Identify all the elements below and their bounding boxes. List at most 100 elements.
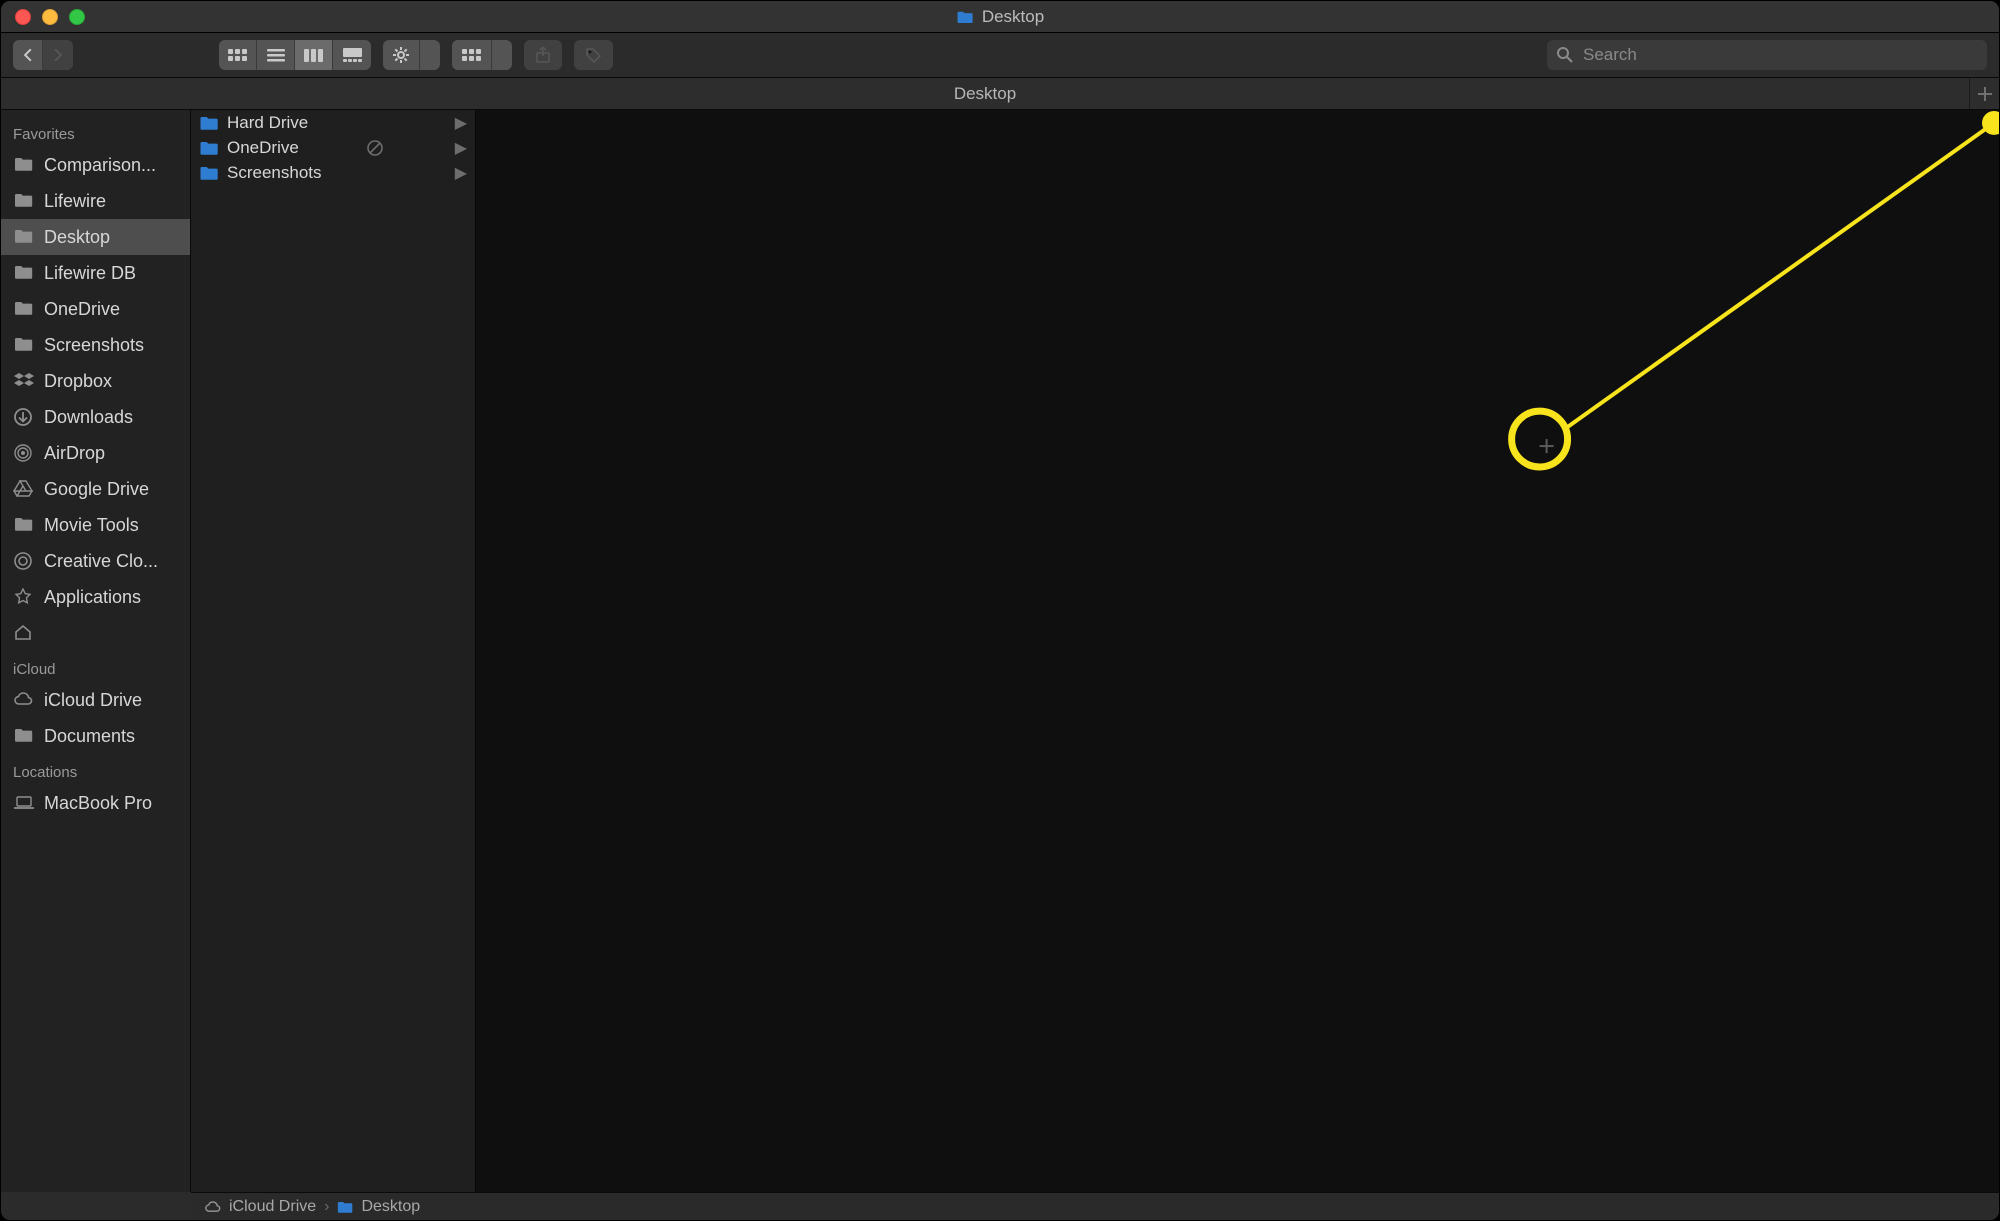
sidebar-item[interactable]: Lifewire <box>1 183 190 219</box>
folder-icon <box>199 140 219 156</box>
sidebar-item-label: Lifewire DB <box>44 263 178 284</box>
sidebar-item-label: OneDrive <box>44 299 178 320</box>
new-tab-button[interactable] <box>1969 78 1999 109</box>
path-segment[interactable]: Desktop <box>361 1198 420 1216</box>
icloud-icon <box>13 691 35 709</box>
back-button[interactable] <box>13 40 43 70</box>
sidebar-item-label: Applications <box>44 587 178 608</box>
sync-off-icon <box>367 140 383 156</box>
sidebar-item[interactable]: OneDrive <box>1 291 190 327</box>
tags-button[interactable] <box>574 40 613 70</box>
sidebar-item[interactable]: Comparison... <box>1 147 190 183</box>
folder-icon <box>199 115 219 131</box>
sidebar-item-label: Comparison... <box>44 155 178 176</box>
sidebar-item[interactable]: Dropbox <box>1 363 190 399</box>
sidebar: Favorites Comparison... Lifewire Desktop Lif… <box>1 110 191 1192</box>
annotation-overlay <box>476 110 1999 1192</box>
path-segment[interactable]: iCloud Drive <box>229 1198 316 1216</box>
sidebar-item[interactable]: Desktop <box>1 219 190 255</box>
minimize-button[interactable] <box>42 9 58 25</box>
sidebar-item[interactable]: Screenshots <box>1 327 190 363</box>
column-item-label: Hard Drive <box>227 113 308 133</box>
column-item[interactable]: Screenshots ▶ <box>191 160 475 185</box>
sidebar-item-label: Screenshots <box>44 335 178 356</box>
tab-desktop[interactable]: Desktop <box>1 78 1969 109</box>
view-switcher <box>219 40 371 70</box>
forward-button[interactable] <box>43 40 73 70</box>
sidebar-item-label: Lifewire <box>44 191 178 212</box>
traffic-lights <box>1 9 85 25</box>
maximize-button[interactable] <box>69 9 85 25</box>
close-button[interactable] <box>15 9 31 25</box>
content-area[interactable] <box>476 110 1999 1192</box>
view-list-button[interactable] <box>257 40 295 70</box>
titlebar: Desktop <box>1 1 1999 33</box>
sidebar-item-label: iCloud Drive <box>44 690 178 711</box>
chevron-right-icon: ▶ <box>455 138 467 158</box>
sidebar-item[interactable]: Google Drive <box>1 471 190 507</box>
sidebar-item[interactable]: Applications <box>1 579 190 615</box>
sidebar-item[interactable]: Movie Tools <box>1 507 190 543</box>
sidebar-item[interactable]: Creative Clo... <box>1 543 190 579</box>
sidebar-item-label: Creative Clo... <box>44 551 178 572</box>
column-item[interactable]: Hard Drive ▶ <box>191 110 475 135</box>
search-input[interactable] <box>1581 44 1977 66</box>
sidebar-item[interactable]: MacBook Pro <box>1 785 190 821</box>
folder-icon <box>13 156 35 174</box>
path-separator: › <box>324 1198 329 1216</box>
finder-window: Desktop <box>0 0 2000 1221</box>
sidebar-item[interactable]: Lifewire DB <box>1 255 190 291</box>
icloud-icon <box>205 1200 221 1214</box>
folder-icon <box>13 727 35 745</box>
column-0: Hard Drive ▶ OneDrive ▶ Screenshots ▶ <box>191 110 476 1192</box>
sidebar-item-label: Desktop <box>44 227 178 248</box>
chevron-right-icon: ▶ <box>455 113 467 133</box>
home-icon <box>13 624 35 642</box>
group-menu[interactable] <box>452 40 512 70</box>
view-columns-button[interactable] <box>295 40 333 70</box>
sidebar-item[interactable]: AirDrop <box>1 435 190 471</box>
folder-icon <box>337 1200 353 1214</box>
view-icons-button[interactable] <box>219 40 257 70</box>
sidebar-item[interactable]: Documents <box>1 718 190 754</box>
sidebar-section-header: iCloud <box>1 651 190 682</box>
search-field[interactable] <box>1547 40 1987 70</box>
downloads-icon <box>13 408 35 426</box>
sidebar-item-label: Dropbox <box>44 371 178 392</box>
column-browser: Hard Drive ▶ OneDrive ▶ Screenshots ▶ <box>191 110 1999 1192</box>
chevron-down-icon <box>491 40 512 70</box>
apps-icon <box>13 588 35 606</box>
column-item[interactable]: OneDrive ▶ <box>191 135 475 160</box>
folder-icon <box>199 165 219 181</box>
sidebar-section-header: Favorites <box>1 116 190 147</box>
column-item-label: Screenshots <box>227 163 322 183</box>
tab-label: Desktop <box>954 84 1016 104</box>
folder-icon <box>13 264 35 282</box>
pathbar: iCloud Drive › Desktop <box>191 1192 1999 1220</box>
search-icon <box>1557 47 1573 63</box>
sidebar-item-label: MacBook Pro <box>44 793 178 814</box>
folder-icon <box>13 300 35 318</box>
nav-group <box>13 40 73 70</box>
toolbar <box>1 33 1999 78</box>
sidebar-item-label: Documents <box>44 726 178 747</box>
airdrop-icon <box>13 444 35 462</box>
tabbar: Desktop <box>1 78 1999 110</box>
chevron-down-icon <box>419 40 440 70</box>
chevron-right-icon: ▶ <box>455 163 467 183</box>
folder-icon <box>956 10 974 24</box>
gdrive-icon <box>13 480 35 498</box>
window-body: Favorites Comparison... Lifewire Desktop Lif… <box>1 110 1999 1192</box>
folder-icon <box>13 228 35 246</box>
folder-icon <box>13 516 35 534</box>
folder-icon <box>13 192 35 210</box>
sidebar-section-header: Locations <box>1 754 190 785</box>
sidebar-item[interactable] <box>1 615 190 651</box>
share-button[interactable] <box>524 40 562 70</box>
action-menu[interactable] <box>383 40 440 70</box>
sidebar-item[interactable]: Downloads <box>1 399 190 435</box>
sidebar-item[interactable]: iCloud Drive <box>1 682 190 718</box>
sidebar-item-label: Downloads <box>44 407 178 428</box>
column-item-label: OneDrive <box>227 138 299 158</box>
view-gallery-button[interactable] <box>333 40 371 70</box>
